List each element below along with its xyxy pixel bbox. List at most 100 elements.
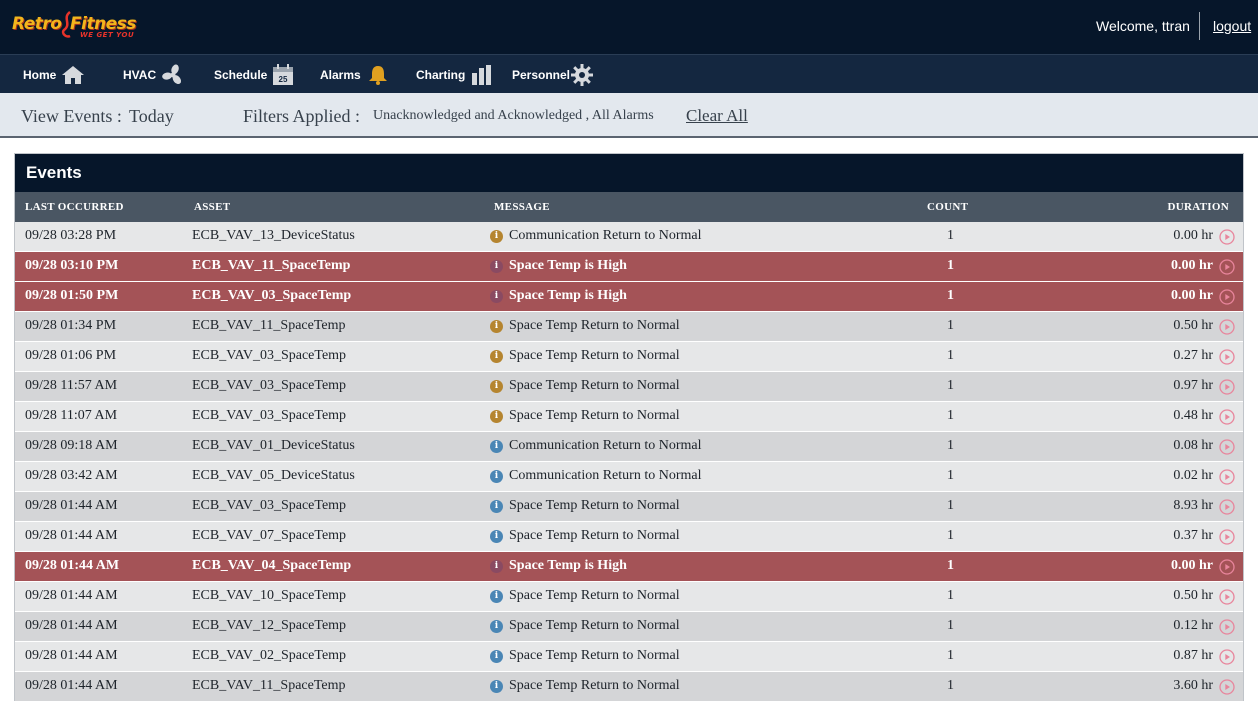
play-icon[interactable]	[1219, 679, 1235, 695]
table-row[interactable]: 09/28 03:10 PM ECB_VAV_11_SpaceTemp i Space…	[15, 252, 1243, 282]
retro-fitness-logo[interactable]: Retro Fitness WE GET YOU	[12, 10, 142, 44]
row-count: 1	[947, 258, 954, 273]
play-icon[interactable]	[1219, 589, 1235, 605]
table-row[interactable]: 09/28 09:18 AM ECB_VAV_01_DeviceStatus i Co…	[15, 432, 1243, 462]
row-duration: 0.02 hr	[1173, 468, 1213, 483]
play-icon[interactable]	[1219, 259, 1235, 275]
row-asset: ECB_VAV_03_SpaceTemp	[192, 288, 352, 303]
row-duration: 0.48 hr	[1173, 408, 1213, 423]
table-row[interactable]: 09/28 01:50 PM ECB_VAV_03_SpaceTemp i Space…	[15, 282, 1243, 312]
calendar-day: 25	[279, 75, 288, 84]
play-icon[interactable]	[1219, 349, 1235, 365]
row-message: Space Temp Return to Normal	[509, 648, 680, 663]
events-panel: Events LAST OCCURRED ASSET MESSAGE COUNT…	[14, 153, 1244, 701]
events-panel-header: Events	[15, 154, 1243, 192]
table-row[interactable]: 09/28 01:44 AM ECB_VAV_02_SpaceTemp i Space…	[15, 642, 1243, 672]
row-asset: ECB_VAV_05_DeviceStatus	[192, 468, 355, 483]
row-asset: ECB_VAV_10_SpaceTemp	[192, 588, 347, 603]
row-duration: 0.00 hr	[1171, 258, 1213, 273]
row-message: Space Temp Return to Normal	[509, 588, 680, 603]
row-message: Space Temp is High	[509, 558, 627, 573]
table-row[interactable]: 09/28 11:57 AM ECB_VAV_03_SpaceTemp i Space…	[15, 372, 1243, 402]
row-last-occurred: 09/28 03:42 AM	[25, 468, 118, 483]
view-events-value[interactable]: Today	[129, 106, 174, 127]
view-events-label: View Events :	[21, 106, 122, 126]
row-duration: 3.60 hr	[1173, 678, 1213, 693]
nav-item-hvac[interactable]: HVAC	[123, 55, 185, 94]
table-row[interactable]: 09/28 01:06 PM ECB_VAV_03_SpaceTemp i Space…	[15, 342, 1243, 372]
nav-item-home[interactable]: Home	[23, 55, 85, 94]
play-icon[interactable]	[1219, 619, 1235, 635]
row-last-occurred: 09/28 01:44 AM	[25, 498, 118, 513]
info-icon: i	[490, 560, 503, 573]
row-message: Communication Return to Normal	[509, 228, 702, 243]
row-asset: ECB_VAV_04_SpaceTemp	[192, 558, 352, 573]
table-row[interactable]: 09/28 01:44 AM ECB_VAV_04_SpaceTemp i Space…	[15, 552, 1243, 582]
table-row[interactable]: 09/28 01:44 AM ECB_VAV_03_SpaceTemp i Space…	[15, 492, 1243, 522]
table-row[interactable]: 09/28 11:07 AM ECB_VAV_03_SpaceTemp i Space…	[15, 402, 1243, 432]
play-icon[interactable]	[1219, 439, 1235, 455]
info-icon: i	[490, 260, 503, 273]
col-last-occurred[interactable]: LAST OCCURRED	[25, 201, 124, 213]
play-icon[interactable]	[1219, 229, 1235, 245]
play-icon[interactable]	[1219, 499, 1235, 515]
table-row[interactable]: 09/28 03:28 PM ECB_VAV_13_DeviceStatus i Co…	[15, 222, 1243, 252]
info-icon: i	[490, 590, 503, 603]
filters-applied-value: Unacknowledged and Acknowledged , All Al…	[373, 108, 654, 123]
col-count[interactable]: COUNT	[927, 201, 968, 213]
table-row[interactable]: 09/28 01:44 AM ECB_VAV_07_SpaceTemp i Space…	[15, 522, 1243, 552]
play-icon[interactable]	[1219, 379, 1235, 395]
table-row[interactable]: 09/28 01:44 AM ECB_VAV_10_SpaceTemp i Space…	[15, 582, 1243, 612]
row-count: 1	[947, 588, 954, 603]
row-message: Communication Return to Normal	[509, 468, 702, 483]
table-row[interactable]: 09/28 01:34 PM ECB_VAV_11_SpaceTemp i Space…	[15, 312, 1243, 342]
row-duration: 0.27 hr	[1173, 348, 1213, 363]
row-last-occurred: 09/28 01:50 PM	[25, 288, 119, 303]
col-message[interactable]: MESSAGE	[494, 201, 550, 213]
row-message: Space Temp Return to Normal	[509, 528, 680, 543]
calendar-icon: 25	[273, 63, 294, 85]
row-message: Space Temp Return to Normal	[509, 498, 680, 513]
play-icon[interactable]	[1219, 469, 1235, 485]
play-icon[interactable]	[1219, 529, 1235, 545]
row-message: Space Temp Return to Normal	[509, 618, 680, 633]
row-message: Space Temp Return to Normal	[509, 378, 680, 393]
top-bar: Retro Fitness WE GET YOU Welcome, ttran …	[0, 0, 1258, 54]
nav-item-personnel[interactable]: Personnel	[512, 55, 594, 94]
col-asset[interactable]: ASSET	[194, 201, 230, 213]
row-asset: ECB_VAV_02_SpaceTemp	[192, 648, 347, 663]
row-count: 1	[947, 288, 954, 303]
fan-icon	[162, 64, 182, 84]
filters-applied-label: Filters Applied :	[243, 106, 360, 126]
row-last-occurred: 09/28 01:44 AM	[25, 588, 118, 603]
play-icon[interactable]	[1219, 289, 1235, 305]
table-row[interactable]: 09/28 01:44 AM ECB_VAV_11_SpaceTemp i Space…	[15, 672, 1243, 701]
info-icon: i	[490, 470, 503, 483]
clear-all-link[interactable]: Clear All	[686, 106, 748, 126]
table-row[interactable]: 09/28 01:44 AM ECB_VAV_12_SpaceTemp i Space…	[15, 612, 1243, 642]
nav-item-alarms[interactable]: Alarms	[320, 55, 390, 94]
filter-bar: View Events : Today Filters Applied : Un…	[0, 93, 1258, 138]
row-duration: 0.50 hr	[1173, 318, 1213, 333]
row-duration: 0.00 hr	[1171, 288, 1213, 303]
play-icon[interactable]	[1219, 319, 1235, 335]
row-count: 1	[947, 228, 954, 243]
row-last-occurred: 09/28 01:44 AM	[25, 678, 118, 693]
row-duration: 0.97 hr	[1173, 378, 1213, 393]
nav-item-schedule[interactable]: Schedule 25	[214, 55, 294, 94]
info-icon: i	[490, 500, 503, 513]
row-last-occurred: 09/28 11:57 AM	[25, 378, 118, 393]
play-icon[interactable]	[1219, 649, 1235, 665]
logout-link[interactable]: logout	[1213, 18, 1251, 34]
table-row[interactable]: 09/28 03:42 AM ECB_VAV_05_DeviceStatus i Co…	[15, 462, 1243, 492]
row-message: Space Temp is High	[509, 288, 627, 303]
row-duration: 0.00 hr	[1171, 558, 1213, 573]
info-icon: i	[490, 620, 503, 633]
play-icon[interactable]	[1219, 409, 1235, 425]
nav-item-charting[interactable]: Charting	[416, 55, 492, 94]
col-duration[interactable]: DURATION	[1168, 201, 1229, 213]
row-message: Space Temp Return to Normal	[509, 318, 680, 333]
play-icon[interactable]	[1219, 559, 1235, 575]
nav-item-label: Schedule	[214, 67, 268, 82]
row-asset: ECB_VAV_07_SpaceTemp	[192, 528, 347, 543]
